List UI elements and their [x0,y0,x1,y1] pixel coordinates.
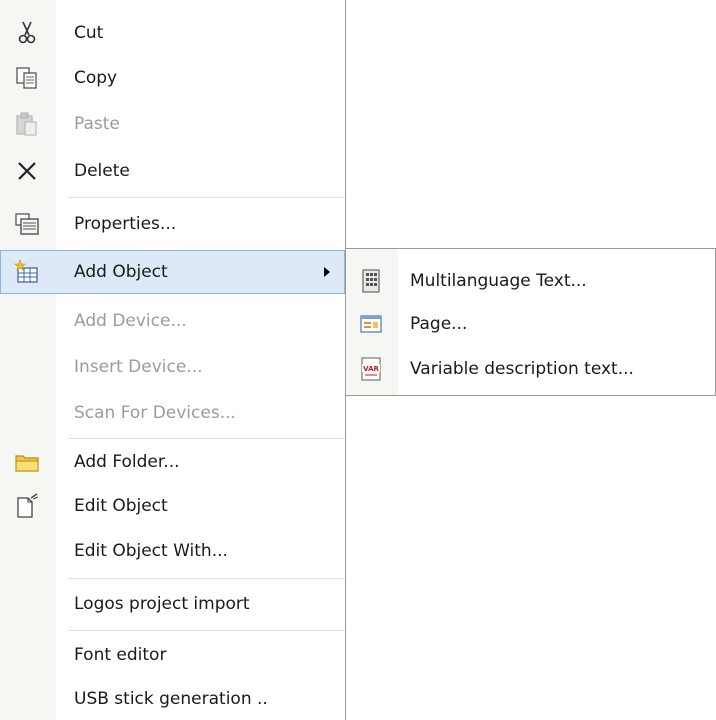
menu-item-font-editor[interactable]: Font editor [0,633,345,677]
multilanguage-text-icon [358,268,384,294]
menu-item-scan-for-devices[interactable]: Scan For Devices... [0,390,345,436]
menu-item-edit-object[interactable]: Edit Object [0,484,345,528]
svg-text:VAR: VAR [363,365,379,373]
menu-item-edit-object-with[interactable]: Edit Object With... [0,528,345,574]
submenu-item-variable-description-text[interactable]: VAR Variable description text... [346,347,715,391]
menu-item-label: USB stick generation .. [74,688,268,709]
menu-item-add-object[interactable]: Add Object [0,250,345,294]
menu-item-properties[interactable]: Properties... [0,201,345,247]
menu-item-label: Add Object [74,262,168,282]
separator [68,438,345,439]
menu-item-label: Copy [74,68,118,88]
menu-item-label: Paste [74,114,120,134]
menu-item-insert-device[interactable]: Insert Device... [0,344,345,390]
copy-icon [14,65,40,91]
add-object-submenu: Multilanguage Text... Page... VAR Variab… [345,248,716,396]
submenu-item-label: Page... [410,314,468,334]
menu-item-add-folder[interactable]: Add Folder... [0,440,345,484]
menu-item-label: Cut [74,23,104,43]
add-object-icon [14,259,40,285]
menu-item-cut[interactable]: Cut [0,12,345,54]
menu-item-copy[interactable]: Copy [0,57,345,99]
submenu-item-page[interactable]: Page... [346,303,715,345]
menu-item-label: Delete [74,161,130,181]
paste-icon [14,111,40,137]
submenu-item-multilanguage-text[interactable]: Multilanguage Text... [346,259,715,303]
separator [68,578,345,579]
folder-icon [14,449,40,475]
menu-item-label: Edit Object [74,496,168,516]
menu-item-label: Font editor [74,645,167,665]
menu-item-add-device[interactable]: Add Device... [0,298,345,344]
submenu-item-label: Variable description text... [410,359,634,379]
delete-x-icon [14,158,40,184]
page-icon [358,311,384,337]
context-menu: Cut Copy Paste Delete Properties... Add … [0,0,346,720]
menu-item-label: Edit Object With... [74,541,228,561]
menu-item-label: Properties... [74,214,177,234]
menu-item-paste[interactable]: Paste [0,102,345,146]
submenu-item-label: Multilanguage Text... [410,271,587,291]
menu-item-label: Add Folder... [74,452,180,472]
edit-document-icon [14,493,40,519]
submenu-arrow-icon [324,267,330,277]
menu-item-delete[interactable]: Delete [0,149,345,193]
separator [68,630,345,631]
menu-item-usb-stick-generation[interactable]: USB stick generation .. [0,677,345,720]
separator [68,197,345,198]
menu-item-logos-project-import[interactable]: Logos project import [0,581,345,627]
scissors-icon [14,20,40,46]
properties-icon [14,211,40,237]
menu-item-label: Add Device... [74,311,187,331]
menu-item-label: Scan For Devices... [74,403,236,423]
menu-item-label: Insert Device... [74,357,203,377]
var-text-icon: VAR [358,356,384,382]
menu-item-label: Logos project import [74,594,250,614]
